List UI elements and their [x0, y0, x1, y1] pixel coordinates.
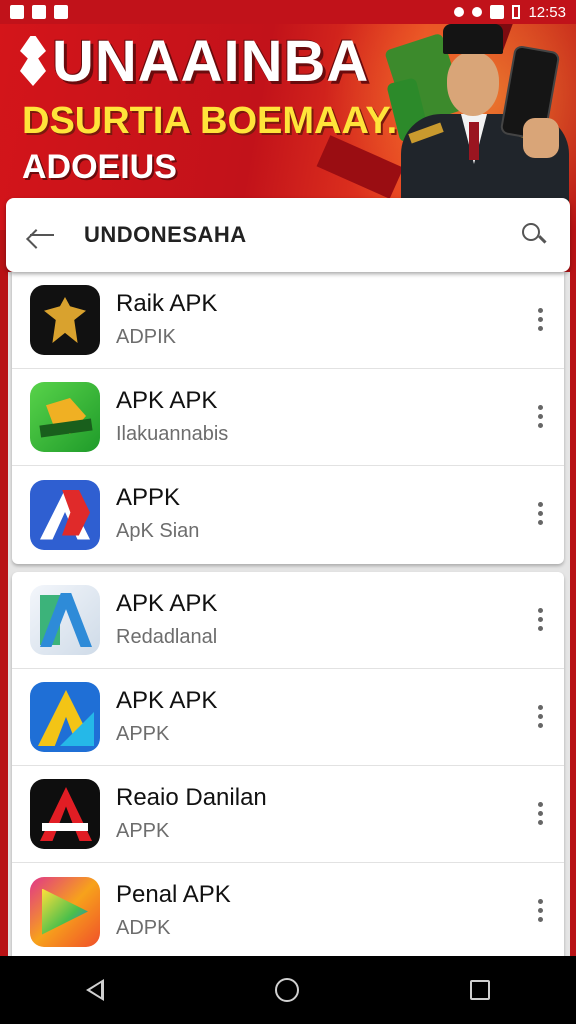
app-icon — [54, 5, 68, 19]
app-list-group-2: APK APK Redadlanal APK APK APPK Reaio Da… — [12, 572, 564, 958]
green-app-icon — [30, 382, 100, 452]
app-subtitle: APPK — [116, 820, 170, 842]
more-vert-icon[interactable] — [538, 502, 544, 526]
flag-icon — [10, 5, 24, 19]
light-a-icon — [30, 585, 100, 655]
peci-cap — [443, 24, 503, 54]
app-subtitle: APPK — [116, 723, 170, 745]
search-bar[interactable]: UNDONESAHA — [6, 198, 570, 272]
more-vert-icon[interactable] — [538, 405, 544, 429]
list-item[interactable]: APK APK APPK — [12, 669, 564, 766]
list-item[interactable]: Reaio Danilan APPK — [12, 766, 564, 863]
list-item[interactable]: Raik APK ADPIK — [12, 272, 564, 369]
back-arrow-icon[interactable] — [28, 221, 56, 249]
app-title: APK APK — [116, 687, 218, 714]
banner-subtitle: DSURTIA BOEMAAY. — [22, 100, 398, 142]
hand — [523, 118, 559, 158]
red-a-icon — [30, 779, 100, 849]
nav-home-icon[interactable] — [274, 978, 299, 1002]
yellow-a-icon — [30, 682, 100, 752]
app-title: APK APK — [116, 387, 218, 414]
more-vert-icon[interactable] — [538, 705, 544, 729]
nav-recent-icon[interactable] — [470, 980, 491, 1000]
wifi-icon — [472, 7, 483, 17]
app-title: Reaio Danilan — [116, 784, 267, 811]
banner-title: UNAAINBA — [52, 29, 370, 94]
app-title: APPK — [116, 484, 181, 511]
blue-a-icon — [30, 479, 100, 550]
garuda-icon — [30, 285, 100, 355]
status-time: 12:53 — [528, 3, 566, 21]
app-subtitle: ADPK — [116, 917, 171, 939]
app-subtitle: ApK Sian — [116, 520, 200, 542]
list-item[interactable]: APPK ApK Sian — [12, 466, 564, 563]
notification-icon — [32, 5, 46, 19]
app-list: Raik APK ADPIK APK APK Ilakuannabis APPK… — [8, 272, 570, 958]
app-subtitle: Ilakuannabis — [116, 423, 229, 445]
app-title: Raik APK — [116, 290, 218, 317]
list-item[interactable]: Penal APK ADPK — [12, 863, 564, 960]
app-list-group-1: Raik APK ADPIK APK APK Ilakuannabis APPK… — [12, 272, 564, 564]
app-subtitle: Redadlanal — [116, 626, 218, 648]
battery-icon — [512, 5, 521, 19]
more-vert-icon[interactable] — [538, 899, 544, 923]
more-vert-icon[interactable] — [538, 308, 544, 332]
garuda-logo-icon — [20, 36, 46, 86]
navigation-bar — [0, 956, 576, 1024]
rainbow-play-icon — [30, 876, 100, 947]
app-subtitle: ADPIK — [116, 326, 177, 348]
app-title: APK APK — [116, 590, 218, 617]
bluetooth-icon — [454, 7, 465, 17]
tie — [469, 122, 479, 160]
app-title: Penal APK — [116, 881, 231, 908]
search-input[interactable]: UNDONESAHA — [84, 222, 520, 248]
more-vert-icon[interactable] — [538, 802, 544, 826]
search-icon[interactable] — [520, 221, 548, 249]
nav-back-icon[interactable] — [85, 979, 104, 1001]
status-bar: 12:53 — [0, 0, 576, 24]
list-item[interactable]: APK APK Redadlanal — [12, 572, 564, 669]
more-vert-icon[interactable] — [538, 608, 544, 632]
banner-tagline: ADOEIUS — [22, 148, 177, 186]
list-item[interactable]: APK APK Ilakuannabis — [12, 369, 564, 466]
face — [447, 52, 499, 116]
promo-banner[interactable]: UNAAINBA DSURTIA BOEMAAY. ADOEIUS — [0, 0, 576, 230]
signal-icon — [490, 5, 505, 19]
